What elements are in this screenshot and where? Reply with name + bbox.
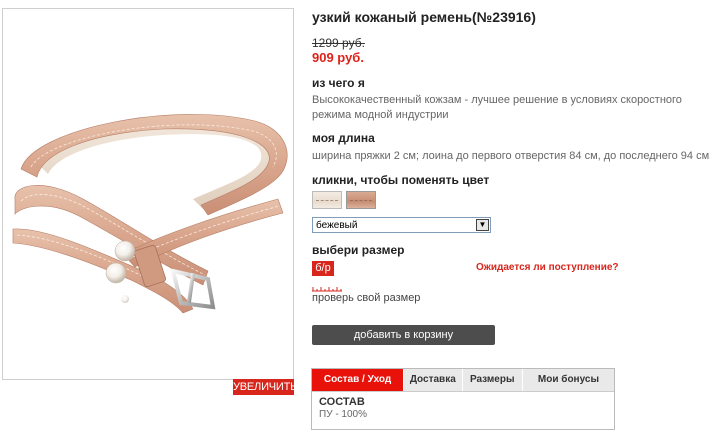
color-swatch-beige[interactable] bbox=[312, 191, 342, 209]
size-heading: выбери размер bbox=[312, 243, 405, 257]
color-select[interactable]: бежевый ▼ bbox=[312, 217, 491, 233]
material-text: Высококачественный кожзам - лучшее решен… bbox=[312, 94, 682, 121]
length-text: ширина пряжки 2 см; лоина до первого отв… bbox=[312, 150, 710, 162]
product-title: узкий кожаный ремень(№23916) bbox=[312, 9, 536, 25]
old-price: 1299 руб. bbox=[312, 36, 365, 50]
tab-sizes[interactable]: Размеры bbox=[463, 369, 523, 391]
awaiting-stock-link[interactable]: Ожидается ли поступление? bbox=[476, 262, 619, 273]
color-heading: кликни, чтобы поменять цвет bbox=[312, 173, 490, 187]
product-image[interactable] bbox=[2, 8, 294, 380]
add-to-cart-button[interactable]: добавить в корзину bbox=[312, 325, 495, 345]
check-size-link[interactable]: проверь свой размер bbox=[312, 292, 420, 304]
belt-photo bbox=[12, 114, 288, 314]
material-heading: из чего я bbox=[312, 76, 365, 90]
chevron-down-icon[interactable]: ▼ bbox=[476, 219, 489, 231]
tab-bar: Состав / Уход Доставка Размеры Мои бонус… bbox=[312, 369, 614, 392]
sale-price: 909 руб. bbox=[312, 50, 364, 65]
length-heading: моя длина bbox=[312, 131, 375, 145]
tab-my-bonuses[interactable]: Мои бонусы bbox=[523, 369, 614, 391]
color-select-value: бежевый bbox=[316, 220, 358, 231]
tab-content-text: ПУ - 100% bbox=[319, 409, 368, 420]
ruler-icon bbox=[312, 287, 342, 292]
tab-delivery[interactable]: Доставка bbox=[404, 369, 463, 391]
size-option-button[interactable]: б/р bbox=[312, 261, 334, 276]
tab-content-heading: СОСТАВ bbox=[319, 396, 365, 408]
color-swatch-powder[interactable] bbox=[346, 191, 376, 209]
zoom-button[interactable]: УВЕЛИЧИТЬ bbox=[233, 379, 297, 395]
product-info-tabs: Состав / Уход Доставка Размеры Мои бонус… bbox=[311, 368, 615, 430]
tab-composition-care[interactable]: Состав / Уход bbox=[312, 369, 405, 391]
